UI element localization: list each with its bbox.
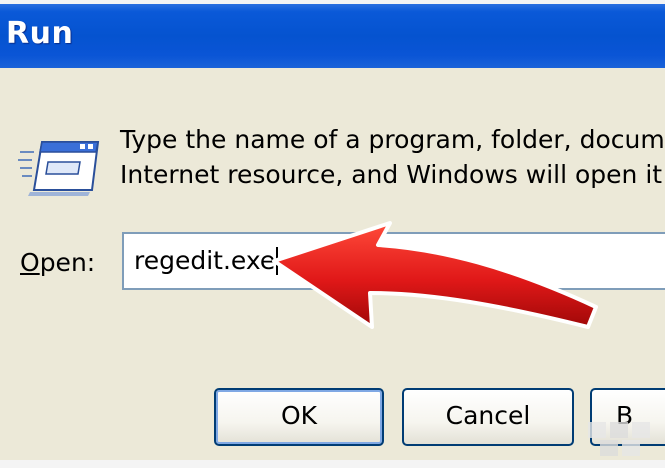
- title-bar[interactable]: Run: [0, 4, 665, 68]
- description-line-2: Internet resource, and Windows will open…: [120, 160, 665, 189]
- ok-button[interactable]: OK: [214, 388, 384, 446]
- open-label-rest: pen:: [39, 248, 96, 277]
- open-label: Open:: [20, 248, 95, 277]
- screenshot: Run Type the name of a program, folder, …: [0, 0, 665, 468]
- open-input[interactable]: regedit.exe: [122, 232, 665, 290]
- description-line-1: Type the name of a program, folder, docu…: [120, 125, 665, 154]
- open-input-value-wrap: regedit.exe: [134, 246, 279, 275]
- dialog-description: Type the name of a program, folder, docu…: [120, 122, 665, 192]
- dialog-body: Type the name of a program, folder, docu…: [0, 68, 665, 460]
- bottom-strip: [0, 460, 665, 468]
- watermark-icon: [588, 422, 650, 456]
- open-input-value: regedit.exe: [134, 246, 276, 275]
- run-window-icon: [18, 141, 100, 196]
- cancel-button[interactable]: Cancel: [402, 388, 574, 446]
- window-title: Run: [6, 16, 74, 51]
- open-label-accesskey: O: [20, 248, 40, 277]
- text-caret: [276, 247, 279, 275]
